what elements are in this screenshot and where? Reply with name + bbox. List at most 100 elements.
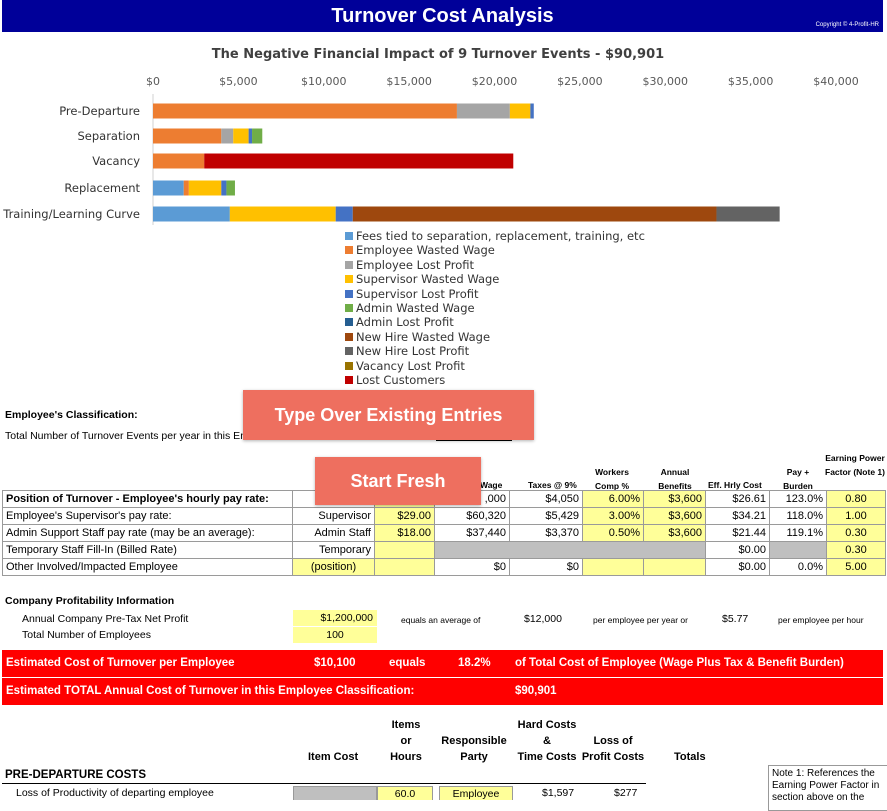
category-label: Replacement: [64, 181, 140, 195]
legend-item: Fees tied to separation, replacement, tr…: [345, 229, 645, 243]
rates-row: Employee's Supervisor's pay rate: Supervi…: [2, 507, 886, 525]
type-over-entries-button[interactable]: Type Over Existing Entries: [243, 390, 534, 440]
legend-label: New Hire Lost Profit: [356, 344, 470, 359]
category-label: Training/Learning Curve: [2, 207, 140, 221]
cost-per-employee-value: $10,100: [314, 657, 356, 669]
cell-rate[interactable]: [374, 541, 435, 559]
equals-label: equals: [389, 657, 426, 669]
bar-segment: [248, 128, 253, 144]
page-title: Turnover Cost Analysis: [331, 5, 554, 27]
cell-wc[interactable]: 6.00%: [582, 490, 644, 508]
cell-rate[interactable]: $18.00: [374, 524, 435, 542]
per-employee-hour-label: per employee per hour: [778, 615, 864, 625]
cell-wc[interactable]: 0.50%: [582, 524, 644, 542]
cell-burden: 0.0%: [769, 558, 827, 576]
cell-epf[interactable]: 0.30: [826, 541, 886, 559]
rates-row: Admin Support Staff pay rate (may be an …: [2, 524, 886, 542]
legend-label: Vacancy Lost Profit: [356, 358, 465, 373]
x-tick-label: $20,000: [472, 75, 518, 88]
legend-swatch: [345, 347, 353, 356]
item-cost-cell: [293, 786, 377, 800]
cell-taxes: $5,429: [509, 507, 583, 525]
legend-label: Employee Wasted Wage: [356, 243, 495, 258]
cell-burden: 119.1%: [769, 524, 827, 542]
header-items-line: Items: [391, 719, 421, 731]
rates-row: Temporary Staff Fill-In (Billed Rate) Tem…: [2, 541, 886, 559]
cell-benefits[interactable]: $3,600: [643, 524, 706, 542]
x-tick-label: $30,000: [643, 75, 689, 88]
header-responsible-party: Responsible Party: [439, 733, 509, 765]
start-fresh-button[interactable]: Start Fresh: [315, 457, 481, 505]
cell-eff: $0.00: [705, 558, 770, 576]
responsible-party-select[interactable]: Employee: [439, 786, 513, 800]
cell-rate[interactable]: [374, 558, 435, 576]
hard-cost-value: $1,597: [542, 787, 575, 799]
legend-label: Employee Lost Profit: [356, 257, 475, 272]
bar-segment: [153, 128, 222, 144]
total-cost-label: Estimated TOTAL Annual Cost of Turnover …: [6, 685, 415, 697]
employees-input[interactable]: 100: [293, 627, 377, 643]
header-time-costs-line: Time Costs: [517, 751, 577, 763]
loss-productivity-row: Loss of Productivity of departing employ…: [2, 784, 646, 800]
cell-benefits[interactable]: [643, 558, 706, 576]
hours-input[interactable]: 60.0: [377, 786, 433, 800]
x-tick-label: $0: [146, 75, 160, 88]
cell-epf[interactable]: 1.00: [826, 507, 886, 525]
net-profit-input[interactable]: $1,200,000: [293, 610, 377, 626]
bar-segment: [221, 180, 227, 196]
x-tick-label: $40,000: [813, 75, 859, 88]
net-profit-label: Annual Company Pre-Tax Net Profit: [22, 613, 189, 625]
category-label: Vacancy: [92, 154, 140, 168]
cell-taxes: $3,370: [509, 524, 583, 542]
cell-wc[interactable]: 3.00%: [582, 507, 644, 525]
cost-per-employee-banner: Estimated Cost of Turnover per Employee …: [2, 650, 883, 677]
legend-item: Employee Wasted Wage: [345, 243, 645, 257]
legend-label: Supervisor Lost Profit: [356, 286, 479, 301]
header-items-hours: Items or Hours: [385, 717, 427, 765]
cell-taxes: $4,050: [509, 490, 583, 508]
legend-swatch: [345, 332, 353, 341]
bar-segment: [153, 103, 457, 119]
legend-swatch: [345, 361, 353, 370]
cell-benefits[interactable]: $3,600: [643, 507, 706, 525]
x-tick-label: $25,000: [557, 75, 603, 88]
bar-segment: [716, 206, 780, 222]
col-header-annual-benefits: Annual Benefits: [658, 467, 692, 491]
cell-epf[interactable]: 5.00: [826, 558, 886, 576]
cell-label: Temporary Staff Fill-In (Billed Rate): [2, 541, 293, 559]
cell-epf[interactable]: 0.80: [826, 490, 886, 508]
chart-legend: Fees tied to separation, replacement, tr…: [345, 229, 645, 387]
turnover-cost-chart: The Negative Financial Impact of 9 Turno…: [2, 47, 859, 225]
profitability-title: Company Profitability Information: [5, 595, 175, 607]
cell-rate[interactable]: $29.00: [374, 507, 435, 525]
copyright-text: Copyright © 4-Profit-HR: [815, 22, 879, 28]
cell-benefits[interactable]: $3,600: [643, 490, 706, 508]
cell-label: Position of Turnover - Employee's hourly…: [2, 490, 293, 508]
bar-segment: [352, 206, 717, 222]
header-hard-costs-line: Hard Costs: [517, 719, 577, 731]
chart-title: The Negative Financial Impact of 9 Turno…: [212, 47, 664, 62]
legend-item: New Hire Wasted Wage: [345, 330, 645, 344]
cell-wage: $0: [434, 558, 510, 576]
cell-epf[interactable]: 0.30: [826, 524, 886, 542]
legend-item: Lost Customers: [345, 373, 645, 387]
header-responsible-line: Responsible: [441, 735, 507, 747]
events-input-underline: [436, 440, 512, 441]
legend-item: Supervisor Wasted Wage: [345, 272, 645, 286]
legend-label: Fees tied to separation, replacement, tr…: [356, 229, 645, 243]
cell-eff: $21.44: [705, 524, 770, 542]
legend-swatch: [345, 246, 353, 255]
cell-role[interactable]: (position): [292, 558, 375, 576]
legend-item: Vacancy Lost Profit: [345, 359, 645, 373]
bar-segment: [153, 206, 230, 222]
header-ampersand-line: &: [543, 735, 551, 747]
legend-swatch: [345, 275, 353, 284]
x-tick-label: $35,000: [728, 75, 774, 88]
legend-swatch: [345, 289, 353, 298]
x-tick-label: $5,000: [219, 75, 258, 88]
bar-segment: [335, 206, 353, 222]
header-hard-costs: Hard Costs & Time Costs: [516, 717, 578, 765]
cell-burden: 123.0%: [769, 490, 827, 508]
legend-swatch: [345, 232, 353, 240]
cell-wc[interactable]: [582, 558, 644, 576]
